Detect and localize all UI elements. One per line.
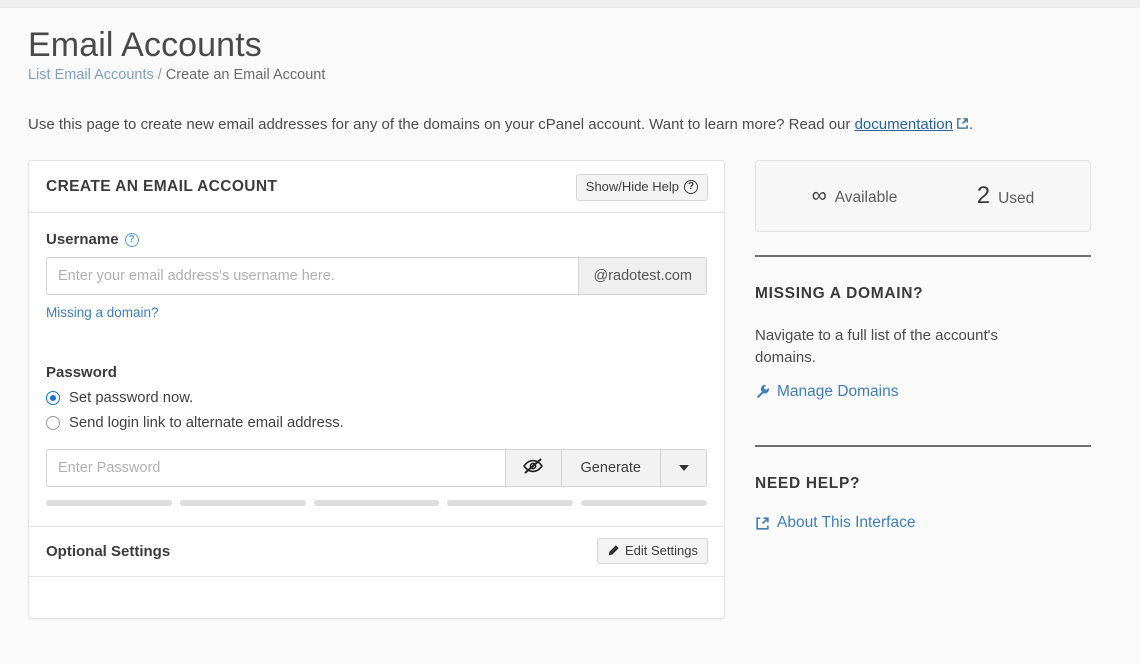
optional-settings-title: Optional Settings [46,543,170,560]
intro-text-before: Use this page to create new email addres… [28,116,855,133]
strength-segment [581,500,707,506]
about-this-interface-link[interactable]: About This Interface [755,514,915,532]
missing-domain-title: Missing a Domain? [755,285,1091,303]
username-help-icon[interactable]: ? [125,233,139,247]
generate-password-label: Generate [581,460,641,476]
generate-password-button[interactable]: Generate [562,449,661,487]
top-strip [0,0,1140,8]
breadcrumb-separator: / [158,67,162,83]
password-input-group: Generate [46,449,707,487]
chevron-down-icon [679,465,689,471]
stat-used: 2 Used [977,184,1035,208]
username-label-row: Username ? [46,231,707,248]
card-body: Username ? @radotest.com Missing a domai… [29,213,724,526]
intro-text-after: . [969,116,973,133]
radio-send-login-link-label: Send login link to alternate email addre… [69,415,344,431]
missing-a-domain-link[interactable]: Missing a domain? [46,305,159,320]
sidebar-divider-missing-domain [755,255,1091,257]
username-input[interactable] [46,257,579,295]
main-column: Create an Email Account Show/Hide Help ?… [28,160,725,619]
optional-settings-body [29,576,724,618]
password-input[interactable] [46,449,506,487]
section-spacer [46,322,707,364]
radio-set-password-now[interactable]: Set password now. [46,390,707,406]
page-container: Email Accounts List Email Accounts/Creat… [0,26,1140,619]
missing-domain-text: Navigate to a full list of the account's… [755,325,1050,369]
card-header: Create an Email Account Show/Hide Help ? [29,161,724,213]
radio-button-checked-icon[interactable] [46,391,60,405]
radio-send-login-link[interactable]: Send login link to alternate email addre… [46,415,707,431]
question-mark-icon: ? [684,180,698,194]
radio-button-icon[interactable] [46,416,60,430]
create-email-account-card: Create an Email Account Show/Hide Help ?… [28,160,725,619]
stat-available-value: ∞ [812,185,827,206]
stat-used-label: Used [998,190,1034,208]
sidebar-divider-need-help [755,445,1091,447]
optional-settings-header: Optional Settings Edit Settings [29,527,724,576]
radio-set-password-now-label: Set password now. [69,390,193,406]
manage-domains-link[interactable]: Manage Domains [755,383,898,401]
breadcrumb: List Email Accounts/Create an Email Acco… [28,67,1112,83]
manage-domains-label: Manage Domains [777,383,898,401]
show-hide-help-button[interactable]: Show/Hide Help ? [576,174,708,201]
strength-segment [46,500,172,506]
documentation-link[interactable]: documentation [855,116,953,133]
username-input-group: @radotest.com [46,257,707,295]
need-help-title: Need Help? [755,475,1091,493]
edit-settings-label: Edit Settings [625,544,698,557]
about-this-interface-label: About This Interface [777,514,915,532]
password-label-row: Password [46,364,707,381]
sidebar: ∞ Available 2 Used Missing a Domain? Nav… [755,160,1091,536]
show-hide-help-label: Show/Hide Help [586,180,679,193]
username-label: Username [46,231,119,248]
eye-slash-icon [522,457,544,479]
page-title: Email Accounts [28,26,1112,65]
generate-options-dropdown-button[interactable] [661,449,707,487]
intro-text: Use this page to create new email addres… [28,116,1112,133]
stat-used-value: 2 [977,184,990,208]
external-link-icon [956,117,969,130]
domain-addon: @radotest.com [579,257,707,295]
external-link-icon [755,516,770,531]
strength-segment [447,500,573,506]
password-strength-meter [46,500,707,506]
edit-settings-button[interactable]: Edit Settings [597,538,708,564]
pencil-icon [607,544,620,557]
stat-available: ∞ Available [812,185,898,207]
breadcrumb-current: Create an Email Account [166,67,326,83]
password-label: Password [46,364,117,381]
account-stats-box: ∞ Available 2 Used [755,160,1091,232]
wrench-icon [755,384,770,399]
toggle-password-visibility-button[interactable] [506,449,562,487]
strength-segment [314,500,440,506]
stat-available-label: Available [835,189,898,207]
content-row: Create an Email Account Show/Hide Help ?… [28,160,1112,619]
card-title: Create an Email Account [46,178,277,196]
strength-segment [180,500,306,506]
breadcrumb-link-list-email-accounts[interactable]: List Email Accounts [28,67,154,83]
